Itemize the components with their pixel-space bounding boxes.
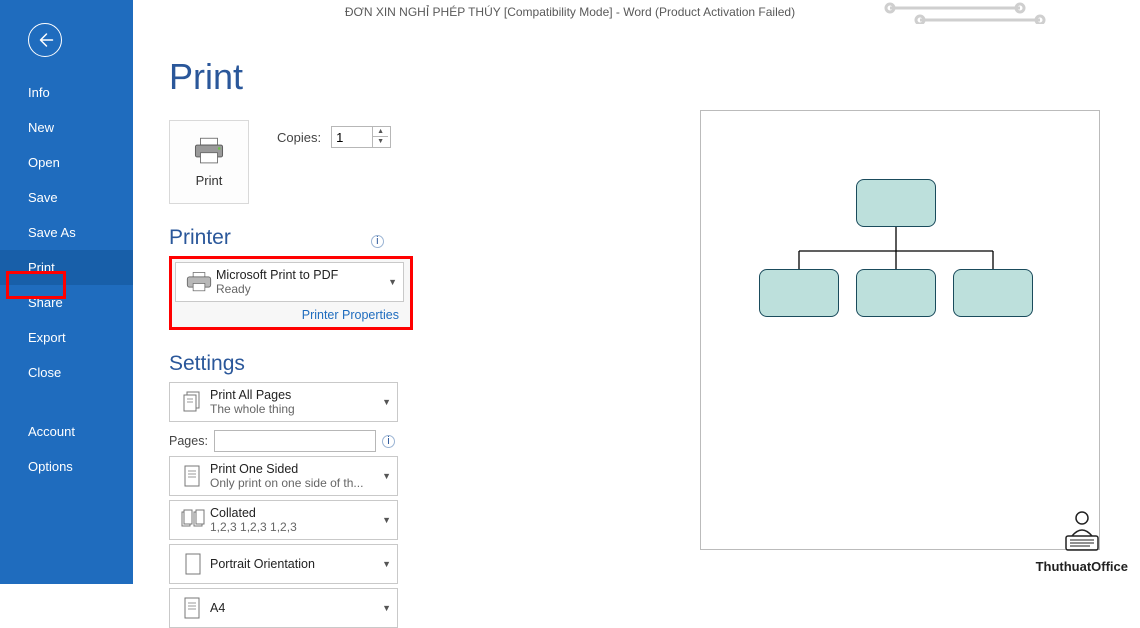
page-title: Print — [169, 56, 1140, 98]
option-title: A4 — [210, 601, 378, 615]
watermark-text: ThuthuatOffice — [1036, 559, 1128, 574]
print-button[interactable]: Print — [169, 120, 249, 204]
option-sub: 1,2,3 1,2,3 1,2,3 — [210, 520, 378, 534]
printer-name: Microsoft Print to PDF — [216, 268, 384, 282]
option-icon — [176, 508, 210, 532]
org-node-1 — [759, 269, 839, 317]
chevron-down-icon: ▼ — [378, 603, 391, 613]
sidebar-item-close[interactable]: Close — [0, 355, 133, 390]
option-sub: Only print on one side of th... — [210, 476, 378, 490]
spinner[interactable]: ▲▼ — [372, 127, 388, 147]
settings-dropdown[interactable]: Collated1,2,3 1,2,3 1,2,3▼ — [169, 500, 398, 540]
print-button-label: Print — [196, 173, 223, 188]
sidebar-item-new[interactable]: New — [0, 110, 133, 145]
arrow-left-icon — [36, 31, 54, 49]
chevron-down-icon: ▼ — [378, 515, 391, 525]
copies-input[interactable] — [332, 130, 372, 145]
option-title: Portrait Orientation — [210, 557, 378, 571]
sidebar-item-export[interactable]: Export — [0, 320, 133, 355]
info-icon[interactable]: i — [382, 435, 395, 448]
option-title: Collated — [210, 506, 378, 520]
settings-dropdown[interactable]: Print One SidedOnly print on one side of… — [169, 456, 398, 496]
red-highlight-printer: Microsoft Print to PDF Ready ▼ Printer P… — [169, 256, 413, 330]
settings-dropdown[interactable]: Print All PagesThe whole thing▼ — [169, 382, 398, 422]
backstage-sidebar: InfoNewOpenSaveSave AsPrintShareExportCl… — [0, 0, 133, 584]
info-icon[interactable]: i — [371, 235, 384, 248]
sidebar-item-options[interactable]: Options — [0, 449, 133, 484]
printer-properties-link[interactable]: Printer Properties — [175, 302, 407, 324]
sidebar-item-save-as[interactable]: Save As — [0, 215, 133, 250]
copies-label: Copies: — [277, 130, 321, 145]
copies-stepper[interactable]: ▲▼ — [331, 126, 391, 148]
watermark-icon — [1052, 506, 1112, 554]
option-title: Print All Pages — [210, 388, 378, 402]
sidebar-item-print[interactable]: Print — [0, 250, 133, 285]
chevron-down-icon: ▼ — [378, 397, 391, 407]
option-icon — [176, 464, 210, 488]
option-title: Print One Sided — [210, 462, 378, 476]
org-node-top — [856, 179, 936, 227]
settings-dropdown[interactable]: Portrait Orientation▼ — [169, 544, 398, 584]
option-icon — [176, 596, 210, 620]
back-button[interactable] — [28, 23, 62, 57]
printer-dropdown[interactable]: Microsoft Print to PDF Ready ▼ — [175, 262, 404, 302]
option-icon — [176, 552, 210, 576]
chevron-down-icon: ▼ — [384, 277, 397, 287]
pages-label: Pages: — [169, 434, 208, 448]
settings-dropdown[interactable]: A4▼ — [169, 588, 398, 628]
print-preview — [700, 110, 1100, 550]
chevron-down-icon: ▼ — [378, 471, 391, 481]
org-node-2 — [856, 269, 936, 317]
option-icon — [176, 390, 210, 414]
printer-heading: Printer — [169, 226, 231, 250]
org-node-3 — [953, 269, 1033, 317]
sidebar-item-open[interactable]: Open — [0, 145, 133, 180]
printer-device-icon — [184, 271, 214, 293]
org-chart-connectors — [701, 111, 1099, 549]
option-sub: The whole thing — [210, 402, 378, 416]
chevron-down-icon: ▼ — [378, 559, 391, 569]
sidebar-item-share[interactable]: Share — [0, 285, 133, 320]
sidebar-item-account[interactable]: Account — [0, 414, 133, 449]
sidebar-item-save[interactable]: Save — [0, 180, 133, 215]
printer-icon — [192, 137, 226, 165]
watermark: ThuthuatOffice — [1036, 506, 1128, 574]
printer-status: Ready — [216, 282, 384, 296]
pages-input[interactable] — [214, 430, 376, 452]
sidebar-item-info[interactable]: Info — [0, 75, 133, 110]
